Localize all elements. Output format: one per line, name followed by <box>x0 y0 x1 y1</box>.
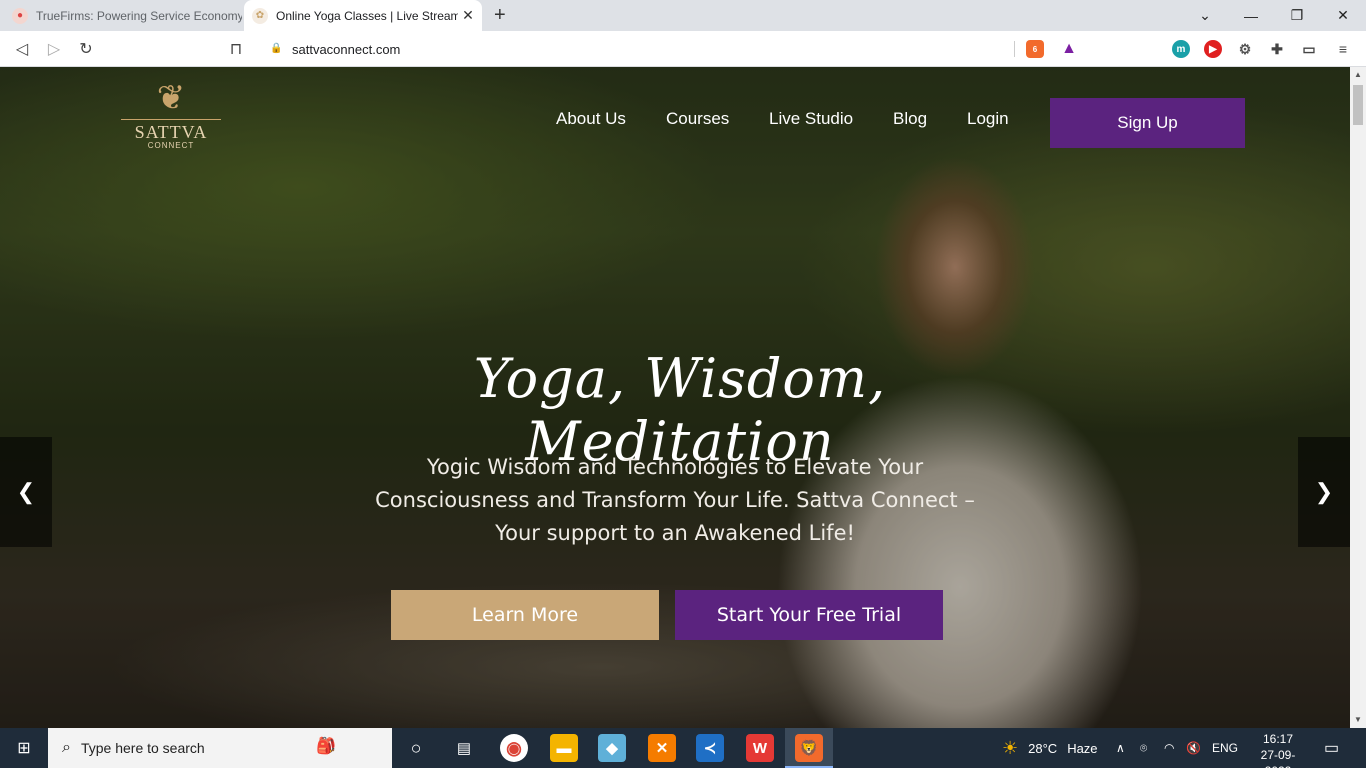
brave-shields-icon[interactable]: 6 <box>1026 40 1044 58</box>
close-tab-icon[interactable]: ✕ <box>458 7 478 24</box>
nav-login[interactable]: Login <box>967 109 1009 129</box>
new-tab-button[interactable]: + <box>494 4 506 27</box>
bookmark-icon[interactable]: ⊓ <box>224 37 248 61</box>
weather-widget[interactable]: ☀ 28°C Haze <box>1002 728 1098 768</box>
menu-icon[interactable]: ≡ <box>1334 40 1352 58</box>
extensions-puzzle-icon[interactable]: ✚ <box>1268 40 1286 58</box>
tab-title: Online Yoga Classes | Live Streami <box>276 8 458 23</box>
minimize-button[interactable]: — <box>1228 0 1274 31</box>
tab-truefirms[interactable]: ● TrueFirms: Powering Service Economy <box>0 0 242 31</box>
url-text: sattvaconnect.com <box>292 41 401 57</box>
widgets-icon[interactable]: ▤ <box>450 734 478 762</box>
brave-rewards-icon[interactable]: ▲ <box>1060 40 1078 58</box>
windows-taskbar: ⊞ ⌕ Type here to search 🎒 ○ ▤ ◉ ▬ ◆ ✕ ≺ … <box>0 728 1366 778</box>
task-view-icon[interactable]: ○ <box>402 734 430 762</box>
xampp-icon[interactable]: ✕ <box>648 734 676 762</box>
hero-section: ❦ SATTVA CONNECT About Us Courses Live S… <box>0 67 1350 728</box>
tree-of-life-icon: ❦ <box>156 79 186 117</box>
taskbar-search-box[interactable]: ⌕ Type here to search 🎒 <box>48 728 392 768</box>
taskbar-clock[interactable]: 16:17 27-09-2022 <box>1250 731 1306 779</box>
omnibox-divider <box>1014 41 1015 57</box>
search-icon: ⌕ <box>62 739 71 756</box>
wifi-icon[interactable]: ◠ <box>1164 728 1174 768</box>
extension-m-icon[interactable]: m <box>1172 40 1190 58</box>
slider-prev-arrow-icon[interactable]: ❮ <box>0 437 52 547</box>
search-placeholder: Type here to search <box>80 740 205 756</box>
notifications-icon[interactable]: ▭ <box>1324 728 1339 768</box>
sattva-favicon-icon: ✿ <box>252 7 268 24</box>
scroll-down-icon[interactable]: ▼ <box>1350 712 1366 728</box>
logo-name: SATTVA <box>134 122 208 142</box>
clock-time: 16:17 <box>1262 732 1294 746</box>
tab-sattva-connect[interactable]: ✿ Online Yoga Classes | Live Streami ✕ <box>244 0 482 31</box>
language-indicator[interactable]: ENG <box>1212 728 1238 768</box>
extension-gear-icon[interactable]: ⚙ <box>1236 40 1254 58</box>
brave-browser-icon[interactable]: 🦁 <box>795 734 823 762</box>
vertical-scrollbar[interactable]: ▲ ▼ <box>1350 67 1366 728</box>
back-icon[interactable]: ◁ <box>10 37 34 61</box>
extension-play-icon[interactable]: ▶ <box>1204 40 1222 58</box>
nav-about-us[interactable]: About Us <box>556 109 626 129</box>
show-hidden-icons[interactable]: ∧ <box>1116 728 1125 768</box>
weather-temperature: 28°C <box>1028 740 1058 756</box>
scrollbar-thumb[interactable] <box>1353 85 1363 125</box>
sattva-logo[interactable]: ❦ SATTVA CONNECT <box>120 81 222 171</box>
brave-badge: 6 <box>1032 44 1038 54</box>
notes-app-icon[interactable]: ◆ <box>598 734 626 762</box>
volume-muted-icon[interactable]: 🔇 <box>1186 728 1201 768</box>
learn-more-button[interactable]: Learn More <box>391 590 659 640</box>
logo-divider <box>121 119 221 120</box>
lock-icon: 🔒 <box>270 43 283 54</box>
windows-start-icon[interactable]: ⊞ <box>0 728 48 768</box>
file-explorer-icon[interactable]: ▬ <box>550 734 578 762</box>
nav-courses[interactable]: Courses <box>666 109 729 129</box>
nav-blog[interactable]: Blog <box>893 109 927 129</box>
forward-icon[interactable]: ▷ <box>42 37 66 61</box>
tab-title: TrueFirms: Powering Service Economy <box>36 8 242 23</box>
restore-button[interactable]: ❐ <box>1274 0 1320 31</box>
start-free-trial-button[interactable]: Start Your Free Trial <box>675 590 943 640</box>
browser-tab-strip: ● TrueFirms: Powering Service Economy ✿ … <box>0 0 1366 31</box>
wps-office-icon[interactable]: W <box>746 734 774 762</box>
weather-description: Haze <box>1067 740 1098 756</box>
sign-up-button[interactable]: Sign Up <box>1050 98 1245 148</box>
extension-m-label: m <box>1176 43 1186 55</box>
wallet-icon[interactable]: ▭ <box>1300 40 1318 58</box>
clock-date: 27-09-2022 <box>1260 748 1296 778</box>
weather-sun-icon: ☀ <box>1002 737 1019 758</box>
chrome-icon[interactable]: ◉ <box>500 734 528 762</box>
tab-search-chevron-icon[interactable]: ⌄ <box>1182 0 1228 31</box>
slider-next-arrow-icon[interactable]: ❯ <box>1298 437 1350 547</box>
scroll-up-icon[interactable]: ▲ <box>1350 67 1366 83</box>
hero-subtext: Yogic Wisdom and Technologies to Elevate… <box>375 455 975 545</box>
truefirms-favicon-icon: ● <box>12 7 28 24</box>
meet-now-icon[interactable]: ⌾ <box>1140 728 1147 768</box>
nav-live-studio[interactable]: Live Studio <box>769 109 853 129</box>
address-bar[interactable]: 🔒 sattvaconnect.com <box>258 35 1086 63</box>
vscode-icon[interactable]: ≺ <box>696 734 724 762</box>
reload-icon[interactable]: ↻ <box>74 37 98 61</box>
close-window-button[interactable]: ✕ <box>1320 0 1366 31</box>
search-highlights-icon: 🎒 <box>316 738 336 755</box>
browser-toolbar: ◁ ▷ ↻ ⊓ 🔒 sattvaconnect.com 6 ▲ m ▶ ⚙ ✚ … <box>0 31 1366 67</box>
